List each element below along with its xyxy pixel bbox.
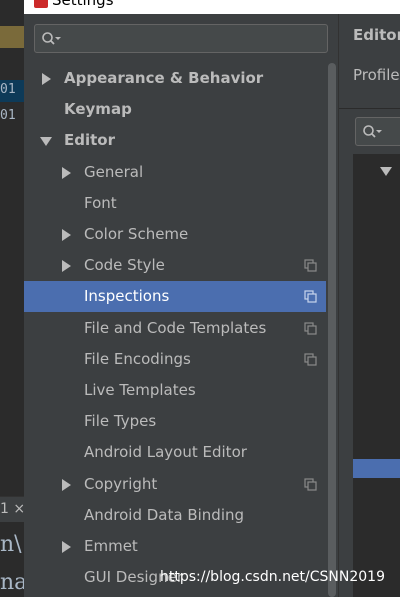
chevron-down-icon[interactable] (40, 137, 52, 147)
tree-item-label: File Encodings (84, 349, 191, 368)
tree-scrollbar[interactable] (326, 63, 338, 597)
tree-item-file-and-code-templates[interactable]: File and Code Templates (24, 313, 338, 344)
chevron-right-icon[interactable] (62, 478, 71, 491)
inspections-list[interactable] (353, 154, 400, 597)
project-scope-icon (304, 353, 317, 366)
app-icon (34, 0, 48, 8)
line-number: 01 (0, 82, 16, 97)
tree-item-label: Font (84, 193, 117, 212)
tree-item-live-templates[interactable]: Live Templates (24, 375, 338, 406)
tree-item-inspections[interactable]: Inspections (24, 281, 338, 313)
chevron-right-icon[interactable] (62, 166, 71, 179)
code-fragment: na (0, 570, 24, 595)
tree-item-android-data-binding[interactable]: Android Data Binding (24, 500, 338, 531)
tree-item-label: Android Layout Editor (84, 443, 247, 462)
chevron-right-icon[interactable] (62, 541, 71, 553)
tree-item-file-types[interactable]: File Types (24, 406, 338, 437)
background-highlight (0, 26, 24, 48)
tree-item-label: Live Templates (84, 381, 196, 399)
settings-search-input[interactable] (34, 24, 328, 53)
tree-item-android-layout-editor[interactable]: Android Layout Editor (24, 437, 338, 468)
settings-content-panel: Editor Profile (338, 14, 400, 597)
divider (339, 108, 400, 109)
tree-item-label: Copyright (84, 474, 158, 493)
tree-item-label: Code Style (84, 256, 165, 275)
dialog-titlebar: Settings (24, 0, 400, 14)
tree-item-code-style[interactable]: Code Style (24, 250, 338, 281)
tree-item-label: Keymap (64, 100, 132, 119)
background-editor-tab[interactable]: 1 × (0, 496, 24, 522)
tree-item-copyright[interactable]: Copyright (24, 469, 338, 500)
tree-item-label: File Types (84, 412, 157, 431)
tree-item-label: General (84, 162, 144, 181)
profile-label: Profile (353, 66, 400, 84)
chevron-right-icon[interactable] (42, 73, 51, 85)
breadcrumb: Editor (353, 26, 400, 44)
project-scope-icon (304, 321, 317, 335)
project-scope-icon (304, 290, 317, 303)
tree-item-label: Color Scheme (84, 225, 189, 243)
watermark: https://blog.csdn.net/CSNN2019 (160, 569, 385, 585)
tree-item-keymap[interactable]: Keymap (24, 94, 338, 125)
tree-item-general[interactable]: General (24, 157, 338, 188)
inspections-search-input[interactable] (355, 117, 400, 146)
selected-list-row[interactable] (353, 459, 400, 478)
line-number: 01 (0, 108, 16, 123)
tree-item-color-scheme[interactable]: Color Scheme (24, 219, 338, 250)
background-editor: 01 01 1 × n\ na (0, 0, 24, 597)
tree-item-label: Editor (64, 131, 115, 150)
project-scope-icon (304, 477, 317, 491)
tree-item-editor[interactable]: Editor (24, 125, 338, 156)
settings-tree-panel: Appearance & Behavior Keymap Editor General… (24, 14, 338, 597)
tree-item-emmet[interactable]: Emmet (24, 531, 338, 562)
window-title: Settings (52, 0, 114, 9)
scrollbar-thumb[interactable] (328, 63, 336, 597)
tree-item-label: File and Code Templates (84, 318, 267, 337)
expand-arrow-icon[interactable] (380, 167, 392, 176)
tree-item-file-encodings[interactable]: File Encodings (24, 344, 338, 375)
project-scope-icon (304, 259, 317, 272)
chevron-right-icon[interactable] (62, 260, 71, 273)
tree-item-appearance-behavior[interactable]: Appearance & Behavior (24, 63, 338, 94)
tree-item-label: Emmet (84, 537, 138, 555)
search-icon[interactable] (362, 124, 382, 140)
tree-item-label: Android Data Binding (84, 505, 245, 524)
search-icon[interactable] (41, 31, 61, 47)
tree-item-label: Appearance & Behavior (64, 69, 264, 87)
code-fragment: n\ (0, 532, 22, 557)
tree-item-font[interactable]: Font (24, 188, 338, 219)
chevron-right-icon[interactable] (62, 229, 71, 241)
tree-item-label: Inspections (84, 287, 170, 306)
